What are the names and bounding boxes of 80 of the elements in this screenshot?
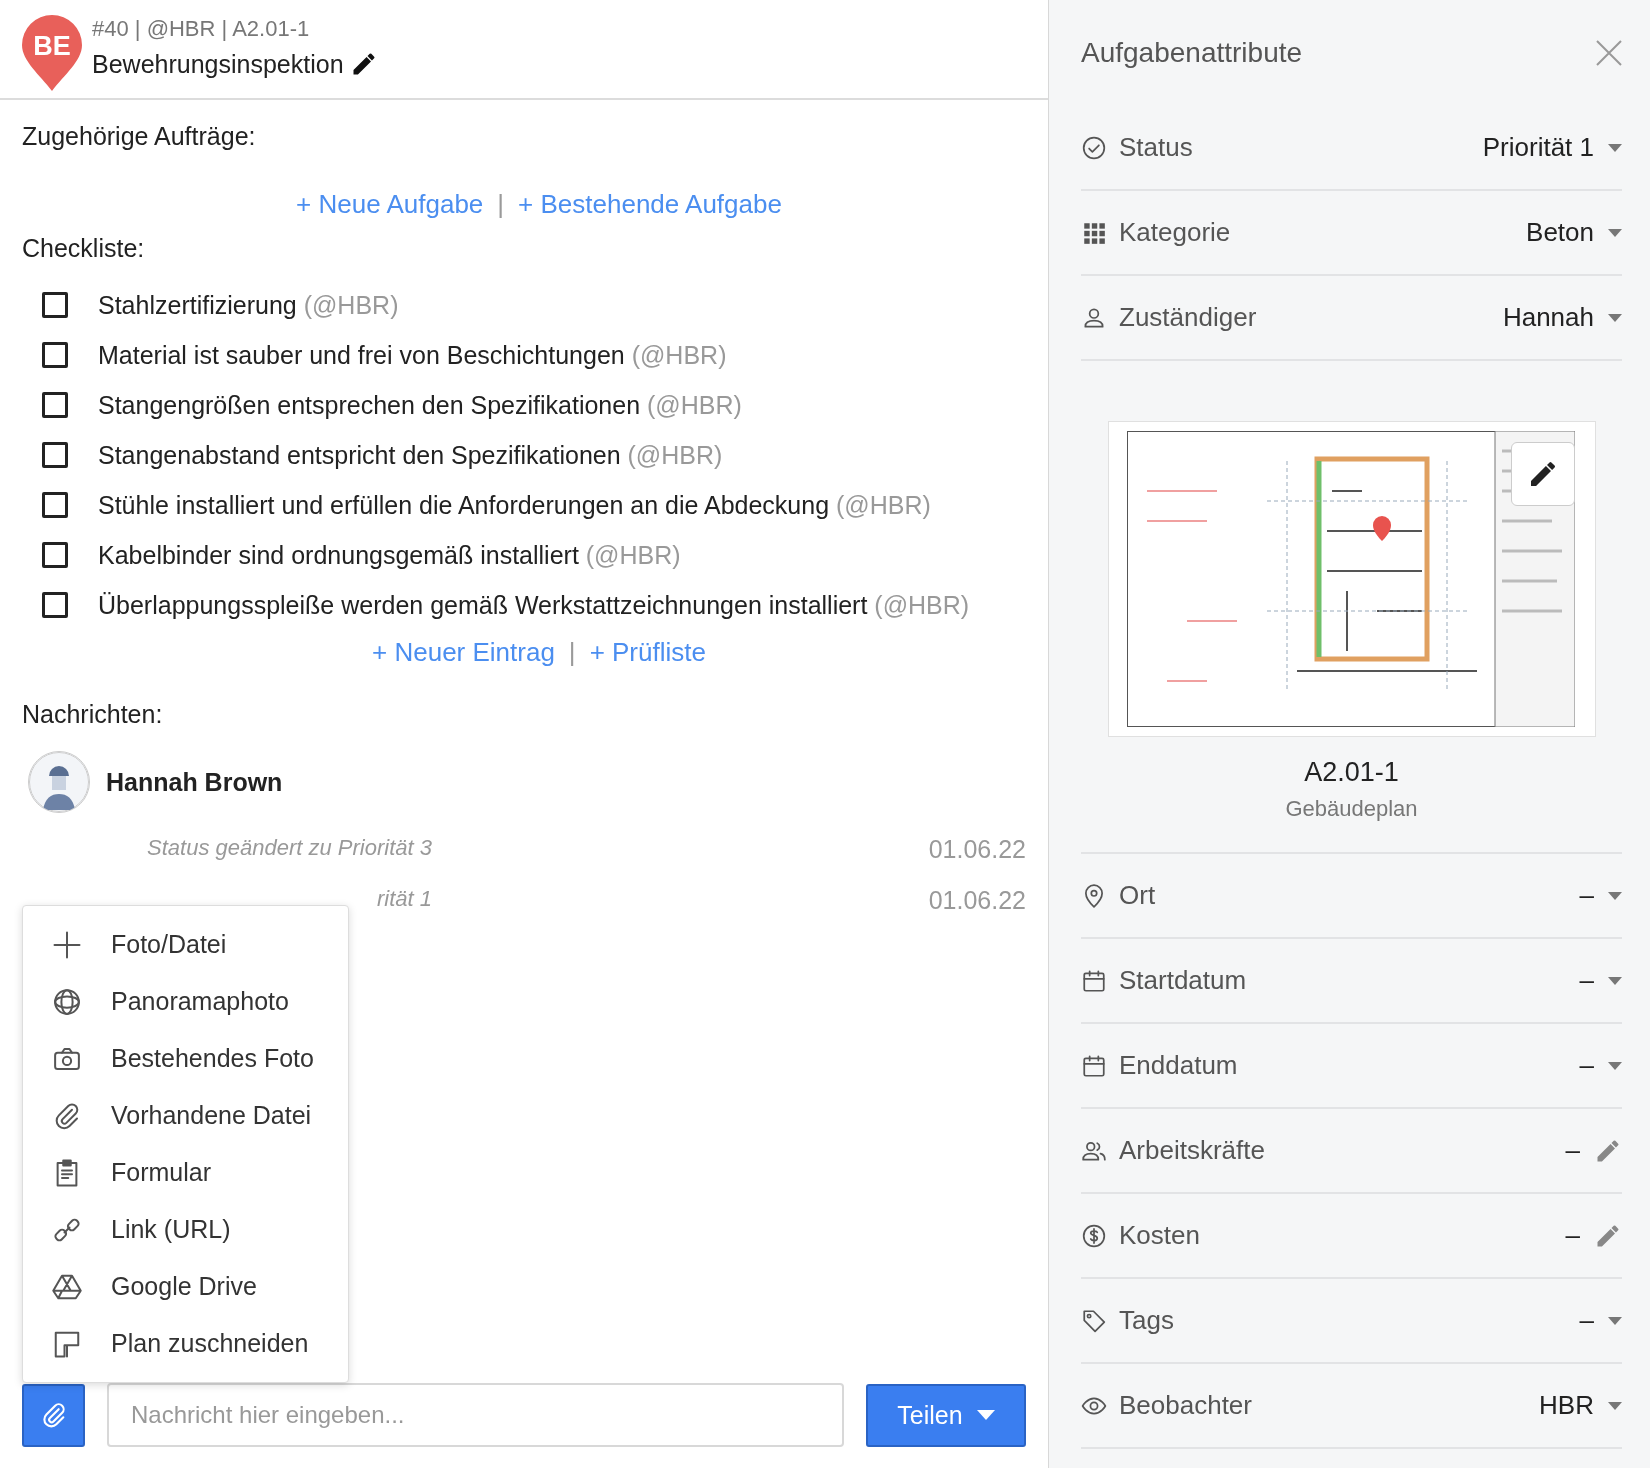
attribute-label: Status: [1119, 132, 1193, 163]
checkbox[interactable]: [42, 342, 68, 368]
checklist-item: Material ist sauber und frei von Beschichtungen (@HBR): [98, 340, 727, 371]
attribute-label: Kosten: [1119, 1220, 1200, 1251]
globe-icon: [52, 986, 82, 1017]
checkbox[interactable]: [42, 392, 68, 418]
attribute-value: –: [1579, 1050, 1594, 1081]
avatar-badge: BE: [22, 15, 82, 91]
caret-icon[interactable]: [1608, 1316, 1622, 1325]
separator: |: [497, 189, 505, 220]
menu-item[interactable]: Vorhandene Datei: [23, 1087, 348, 1144]
attribute-label: Zuständiger: [1119, 302, 1257, 333]
attribute-value: HBR: [1539, 1390, 1594, 1421]
attribute-label: Tags: [1119, 1305, 1174, 1336]
caret-icon[interactable]: [1608, 891, 1622, 900]
menu-item[interactable]: Link (URL): [23, 1201, 348, 1258]
message-text: Status geändert zu Priorität 3: [146, 835, 432, 862]
attribute-label: Ort: [1119, 880, 1156, 911]
menu-item[interactable]: Panoramaphoto: [23, 973, 348, 1030]
checklist-item: Stühle installiert und erfüllen die Anforderungen an die Abdeckung (@HBR): [98, 490, 931, 521]
share-button[interactable]: Teilen: [866, 1383, 1026, 1447]
plus-icon: [52, 929, 82, 960]
checklist-item: Überlappungsspleiße werden gemäß Werkstattzeichnungen installiert (@HBR): [98, 590, 970, 621]
checkbox[interactable]: [42, 492, 68, 518]
caret-icon[interactable]: [1608, 1401, 1622, 1410]
menu-item[interactable]: Foto/Datei: [23, 916, 348, 973]
attribute-value: –: [1565, 1135, 1580, 1166]
attribute-label: Beobachter: [1119, 1390, 1252, 1421]
attribute-value: –: [1579, 880, 1594, 911]
attribute-value: –: [1579, 1305, 1594, 1336]
attribute-value: Priorität 1: [1482, 132, 1594, 163]
message-date: 01.06.22: [928, 886, 1026, 915]
attribute-label: Arbeitskräfte: [1119, 1135, 1265, 1166]
caret-icon[interactable]: [1608, 1061, 1622, 1070]
message-text: rität 1: [375, 886, 432, 913]
section-heading: Nachrichten:: [22, 700, 163, 729]
caret-icon[interactable]: [1608, 976, 1622, 985]
checklist-item: Stangengrößen entsprechen den Spezifikationen (@HBR): [98, 390, 742, 421]
attribute-value: Hannah: [1502, 302, 1594, 333]
checkbox[interactable]: [42, 292, 68, 318]
dollar-icon: [1081, 1222, 1107, 1249]
checklist-item: Kabelbinder sind ordnungsgemäß installiert (@HBR): [98, 540, 681, 571]
checklist-item: Stahlzertifizierung (@HBR): [98, 290, 399, 321]
task-meta: #40 | @HBR | A2.01-1: [92, 15, 311, 42]
caret-icon[interactable]: [1608, 313, 1622, 322]
attribute-label: Startdatum: [1119, 965, 1247, 996]
message-date: 01.06.22: [928, 835, 1026, 864]
menu-item[interactable]: Formular: [23, 1144, 348, 1201]
checklist-item: Stangenabstand entspricht den Spezifikationen (@HBR): [98, 440, 723, 471]
plan-name: Gebäudeplan: [1284, 796, 1419, 822]
calendar-icon: [1081, 1052, 1107, 1079]
caret-icon[interactable]: [1608, 228, 1622, 237]
caret-icon[interactable]: [1608, 143, 1622, 152]
menu-item[interactable]: Google Drive: [23, 1258, 348, 1315]
panel-title: Aufgabenattribute: [1081, 37, 1303, 69]
attach-button[interactable]: [22, 1383, 85, 1447]
attribute-value: –: [1565, 1220, 1580, 1251]
section-heading: Checkliste:: [22, 234, 145, 263]
check-circle-icon: [1081, 134, 1107, 161]
author-name: Hannah Brown: [106, 767, 283, 797]
edit-button[interactable]: [1510, 442, 1575, 506]
calendar-icon: [1081, 967, 1107, 994]
menu-item[interactable]: Bestehendes Foto: [23, 1030, 348, 1087]
close-icon[interactable]: [1596, 40, 1622, 66]
menu-item[interactable]: Plan zuschneiden: [23, 1315, 348, 1372]
caret-icon: [976, 1410, 995, 1420]
checkbox[interactable]: [42, 542, 68, 568]
attribute-label: Kategorie: [1119, 217, 1231, 248]
attribute-value: –: [1579, 965, 1594, 996]
tag-icon: [1081, 1307, 1107, 1334]
avatar: [28, 751, 90, 813]
checkbox[interactable]: [42, 592, 68, 618]
message-input[interactable]: Nachricht hier eingeben...: [107, 1383, 844, 1447]
plan-code: A2.01-1: [1303, 757, 1400, 788]
attribute-value: Beton: [1526, 217, 1594, 248]
checkbox[interactable]: [42, 442, 68, 468]
separator: |: [568, 637, 576, 668]
attribute-label: Enddatum: [1119, 1050, 1238, 1081]
task-title: Bewehrungsinspektion: [92, 49, 344, 79]
section-heading: Zugehörige Aufträge:: [22, 122, 256, 151]
